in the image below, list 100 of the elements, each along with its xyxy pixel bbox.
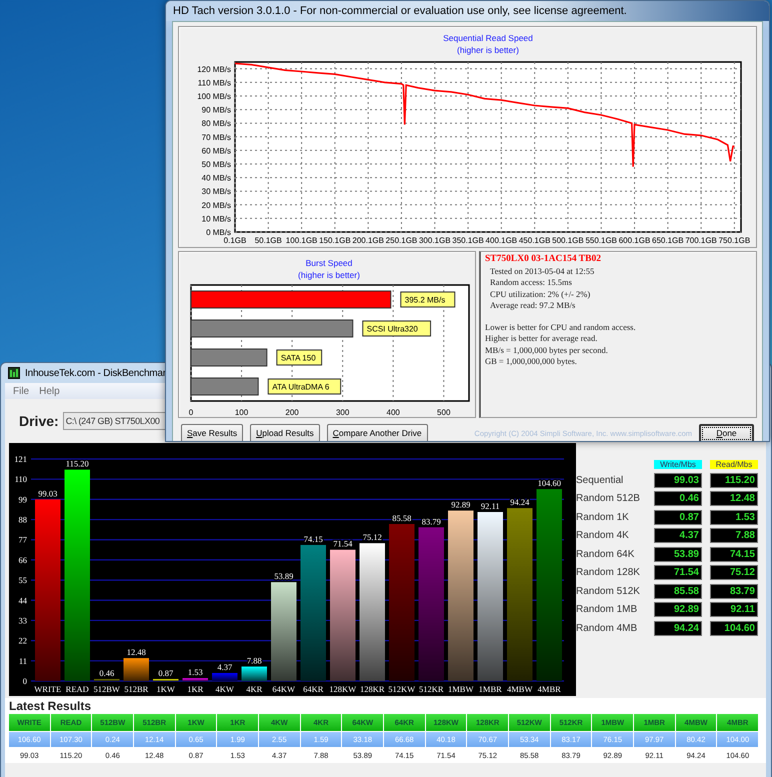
- value-label: 92.11: [480, 501, 500, 511]
- axis-label: 300.1GB: [418, 236, 451, 245]
- axis-label: 64KW: [272, 684, 296, 694]
- value-display: 53.89: [654, 546, 702, 562]
- axis-label: 650.1GB: [652, 236, 684, 245]
- axis-label: 64KR: [303, 684, 324, 694]
- value-display: 94.24: [654, 620, 702, 636]
- axis-label: 512KW: [388, 684, 416, 694]
- bar: [182, 678, 208, 681]
- axis-label: 300: [336, 408, 350, 417]
- value-label: 0.87: [158, 668, 174, 678]
- row-label: Random 1K: [576, 510, 630, 524]
- axis-label: 4KW: [216, 684, 234, 694]
- y-tick-label: SCSI Ultra320: [366, 324, 418, 334]
- axis-label: 512KR: [418, 684, 444, 694]
- window-title: InhouseTek.com - DiskBenchmar: [25, 368, 166, 378]
- row-label: Random 1MB: [576, 603, 638, 617]
- value-display: 85.58: [654, 584, 702, 598]
- axis-label: 400: [386, 408, 400, 417]
- value-label: 99.03: [38, 488, 58, 498]
- axis-label: 150.1GB: [319, 236, 351, 245]
- axis-label: 1MBR: [478, 684, 502, 694]
- row-label: Random 512B: [576, 492, 641, 506]
- action-button[interactable]: Save Results: [181, 424, 244, 441]
- note-line: MB/s = 1,000,000 bytes per second.: [485, 344, 609, 356]
- value-display: 74.15: [710, 546, 758, 562]
- axis-label: 550.1GB: [585, 236, 618, 245]
- column-header: Read/Mbs: [710, 460, 758, 469]
- menu-item[interactable]: Help: [39, 386, 60, 396]
- result-line: Average read: 97.2 MB/s: [489, 300, 576, 312]
- note-line: Lower is better for CPU and random access.: [485, 322, 637, 333]
- value-label: 71.54: [333, 538, 352, 549]
- menu-item[interactable]: File: [13, 386, 30, 396]
- axis-label: 100 MB/s: [197, 92, 231, 101]
- value-display: 99.03: [654, 472, 702, 488]
- app-icon: [8, 367, 20, 379]
- axis-label: 77: [18, 534, 27, 545]
- axis-label: 110 MB/s: [198, 78, 231, 88]
- column-header: Write/Mbs: [654, 460, 702, 469]
- value-display: 104.60: [710, 620, 758, 636]
- axis-label: 11: [18, 656, 27, 666]
- axis-label: 121: [14, 454, 27, 464]
- axis-label: 250.1GB: [386, 236, 418, 245]
- axis-label: 400.1GB: [486, 236, 518, 245]
- row-label: Sequential: [576, 474, 624, 488]
- axis-label: 0 MB/s: [206, 228, 231, 237]
- axis-label: 99: [18, 494, 27, 504]
- value-label: 104.60: [538, 478, 561, 488]
- axis-label: 90 MB/s: [202, 106, 231, 115]
- value-label: 0.46: [99, 668, 114, 678]
- axis-label: 350.1GB: [452, 236, 484, 245]
- value-label: 53.89: [274, 571, 294, 582]
- value-display: 7.88: [710, 528, 758, 543]
- axis-label: 110: [14, 474, 27, 484]
- bar-tag: 395.2 MB/s: [400, 292, 456, 308]
- bar-tag: ATA UltraDMA 6: [268, 378, 342, 394]
- axis-label: 20 MB/s: [202, 200, 231, 210]
- axis-label: 44: [18, 595, 27, 606]
- axis-label: 500.1GB: [552, 236, 584, 245]
- axis-label: 0.1GB: [224, 236, 246, 245]
- chart-subtitle: (higher is better): [457, 45, 519, 55]
- axis-label: 10 MB/s: [202, 214, 231, 224]
- drive-model: ST750LX0 03-1AC154 TB02: [485, 254, 602, 266]
- chart-title: Sequential Read Speed: [443, 33, 533, 43]
- value-display: 12.48: [710, 491, 758, 506]
- axis-label: 22: [18, 636, 27, 646]
- axis-label: 33: [18, 615, 27, 626]
- result-line: Tested on 2013-05-04 at 12:55: [489, 266, 596, 277]
- value-display: 83.79: [710, 584, 758, 598]
- axis-label: 4MBR: [538, 684, 561, 694]
- axis-label: 70 MB/s: [202, 132, 231, 142]
- axis-label: 200.1GB: [352, 236, 384, 245]
- axis-label: 55: [18, 575, 27, 586]
- value-label: 12.48: [126, 647, 146, 658]
- value-display: 75.12: [710, 565, 758, 580]
- axis-label: 100.1GB: [286, 236, 318, 245]
- value-label: 92.89: [451, 500, 470, 510]
- bar: [124, 658, 149, 681]
- axis-label: 0: [188, 408, 194, 417]
- axis-label: 600.1GB: [618, 236, 650, 245]
- section-heading: Latest Results: [9, 698, 92, 714]
- axis-label: 80 MB/s: [202, 119, 231, 128]
- value-display: 4.37: [654, 528, 702, 543]
- done-button[interactable]: Done: [699, 424, 754, 441]
- value-display: 1.53: [710, 510, 758, 524]
- drive-dropdown[interactable]: C:\ (247 GB) ST750LX00: [62, 412, 168, 430]
- bar: [242, 666, 267, 681]
- row-label: Random 64K: [576, 548, 636, 562]
- axis-label: 4MBW: [507, 684, 532, 694]
- action-button[interactable]: Compare Another Drive: [326, 424, 428, 441]
- value-display: 71.54: [654, 565, 702, 580]
- axis-label: 512BW: [94, 684, 120, 694]
- value-label: 1.53: [188, 667, 203, 678]
- axis-label: 1MBW: [448, 684, 474, 694]
- action-button[interactable]: Upload Results: [250, 424, 320, 441]
- axis-label: 0: [22, 676, 27, 686]
- axis-label: 500: [437, 408, 450, 417]
- y-tick-label: ATA UltraDMA 6: [272, 382, 330, 392]
- axis-label: 512BR: [124, 684, 148, 694]
- axis-label: 30 MB/s: [202, 187, 231, 196]
